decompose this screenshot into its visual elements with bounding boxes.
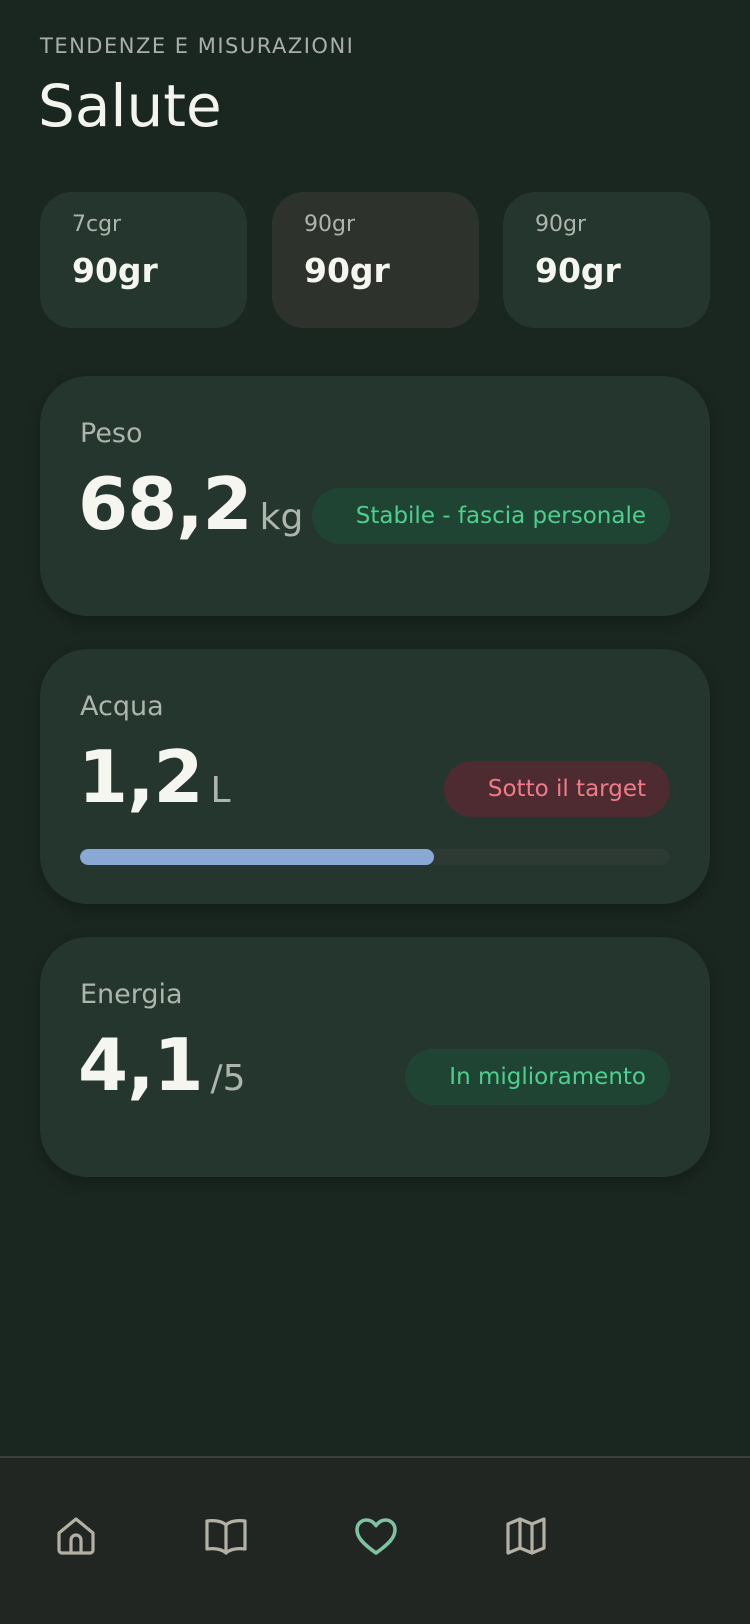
- summary-card-value: 90gr: [535, 251, 621, 290]
- metric-unit: kg: [259, 497, 304, 538]
- summary-card-label: 90gr: [304, 212, 356, 237]
- nav-item-map[interactable]: [486, 1496, 566, 1576]
- metric-label: Acqua: [80, 691, 164, 722]
- metric-unit: L: [210, 770, 231, 811]
- status-badge: Sotto il target: [443, 761, 670, 817]
- page-eyebrow: TENDENZE E MISURAZIONI: [40, 34, 355, 58]
- status-badge: Stabile - fascia personale: [311, 488, 670, 544]
- summary-card-label: 7cgr: [72, 212, 122, 237]
- water-progress-bar: [80, 849, 670, 865]
- metric-label: Energia: [80, 979, 183, 1010]
- page-title: Salute: [38, 72, 222, 140]
- home-icon: [57, 1517, 95, 1555]
- metric-card-peso[interactable]: Peso 68,2 kg Stabile - fascia personale: [40, 376, 710, 616]
- summary-card-value: 90gr: [72, 251, 158, 290]
- summary-card-value: 90gr: [304, 251, 390, 290]
- summary-card-1[interactable]: 7cgr 90gr: [40, 192, 247, 328]
- heart-icon: [355, 1518, 397, 1555]
- metric-unit: /5: [210, 1058, 246, 1099]
- nav-item-health[interactable]: [336, 1496, 416, 1576]
- nav-item-book[interactable]: [186, 1496, 266, 1576]
- metric-card-acqua[interactable]: Acqua 1,2 L Sotto il target: [40, 649, 710, 904]
- metric-value: 1,2 L: [78, 741, 231, 813]
- metric-number: 68,2: [78, 462, 253, 546]
- summary-card-3[interactable]: 90gr 90gr: [503, 192, 710, 328]
- metric-label: Peso: [80, 418, 143, 449]
- book-icon: [205, 1519, 247, 1555]
- map-icon: [506, 1517, 546, 1555]
- metric-card-energia[interactable]: Energia 4,1/5 In miglioramento: [40, 937, 710, 1177]
- metric-value: 4,1/5: [78, 1029, 246, 1101]
- summary-card-label: 90gr: [535, 212, 587, 237]
- metric-value: 68,2 kg: [78, 468, 303, 540]
- bottom-nav: [0, 1458, 750, 1624]
- metric-number: 4,1: [78, 1023, 204, 1107]
- water-progress-fill: [80, 849, 434, 865]
- status-badge: In miglioramento: [405, 1049, 670, 1105]
- metric-number: 1,2: [78, 735, 204, 819]
- summary-card-2[interactable]: 90gr 90gr: [272, 192, 479, 328]
- nav-item-home[interactable]: [36, 1496, 116, 1576]
